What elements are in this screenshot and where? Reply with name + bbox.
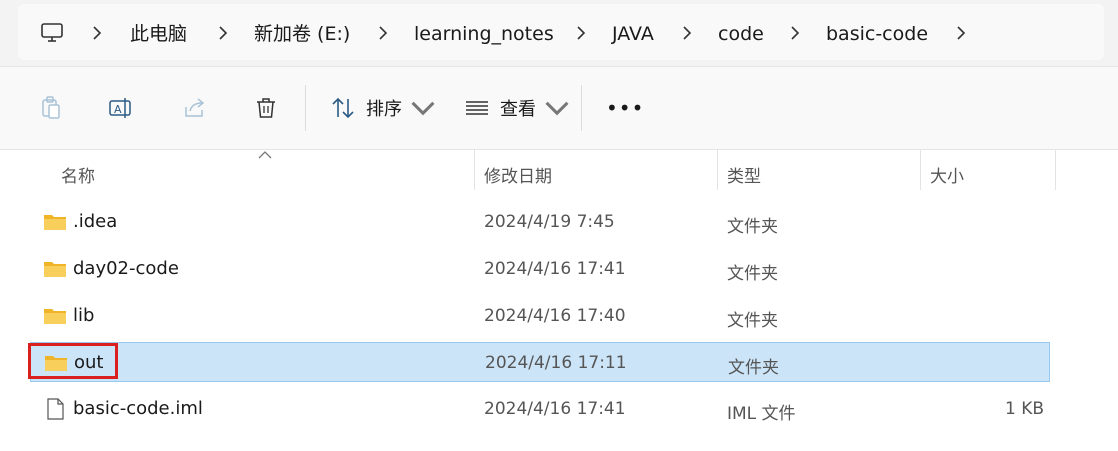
chevron-right-icon[interactable] bbox=[574, 24, 588, 42]
share-icon bbox=[185, 98, 205, 117]
command-bar: A 排序 查看 ••• bbox=[0, 67, 1118, 150]
folder-icon bbox=[44, 262, 66, 277]
file-row[interactable]: .idea 2024/4/19 7:45 文件夹 bbox=[30, 202, 1050, 242]
toolbar-divider bbox=[581, 85, 582, 131]
file-name: basic-code.iml bbox=[73, 398, 203, 419]
view-label: 查看 bbox=[500, 99, 536, 120]
column-headers: 名称 修改日期 类型 大小 bbox=[0, 150, 1118, 192]
file-date: 2024/4/16 17:40 bbox=[484, 306, 626, 326]
file-name: lib bbox=[73, 305, 95, 326]
file-row[interactable]: basic-code.iml 2024/4/16 17:41 IML 文件 1 … bbox=[30, 389, 1050, 429]
file-type: 文件夹 bbox=[727, 264, 778, 284]
column-header-type[interactable]: 类型 bbox=[727, 162, 761, 187]
folder-icon bbox=[44, 215, 66, 230]
sort-label: 排序 bbox=[366, 99, 402, 120]
chevron-down-icon bbox=[411, 101, 435, 116]
file-size: 1 KB bbox=[1004, 399, 1044, 419]
column-header-size[interactable]: 大小 bbox=[930, 162, 964, 187]
breadcrumb-item-code[interactable]: code bbox=[718, 22, 764, 46]
sort-button[interactable]: 排序 bbox=[330, 93, 436, 123]
trash-icon bbox=[257, 98, 275, 118]
breadcrumb-item-this-pc[interactable]: 此电脑 bbox=[130, 22, 187, 46]
column-divider[interactable] bbox=[717, 150, 718, 190]
chevron-right-icon[interactable] bbox=[216, 24, 230, 42]
column-divider[interactable] bbox=[920, 150, 921, 190]
toolbar-divider bbox=[305, 85, 306, 131]
chevron-down-icon bbox=[545, 101, 569, 116]
file-row-selected[interactable]: out 2024/4/16 17:11 文件夹 bbox=[30, 342, 1050, 382]
svg-text:A: A bbox=[114, 103, 122, 116]
address-bar: 此电脑 新加卷 (E:) learning_notes JAVA code ba… bbox=[0, 0, 1118, 67]
folder-icon bbox=[44, 309, 66, 324]
this-pc-icon[interactable] bbox=[40, 21, 64, 45]
column-divider[interactable] bbox=[1055, 150, 1056, 190]
sort-ascending-icon bbox=[258, 151, 272, 159]
file-row[interactable]: day02-code 2024/4/16 17:41 文件夹 bbox=[30, 249, 1050, 289]
file-type: 文件夹 bbox=[727, 311, 778, 331]
file-date: 2024/4/19 7:45 bbox=[484, 212, 615, 232]
column-header-date[interactable]: 修改日期 bbox=[484, 162, 552, 187]
file-name: day02-code bbox=[73, 258, 179, 279]
breadcrumb-item-basic-code[interactable]: basic-code bbox=[826, 22, 928, 46]
sort-icon bbox=[332, 97, 354, 119]
file-row[interactable]: lib 2024/4/16 17:40 文件夹 bbox=[30, 296, 1050, 336]
view-icon bbox=[466, 101, 488, 115]
chevron-right-icon[interactable] bbox=[954, 24, 968, 42]
file-date: 2024/4/16 17:11 bbox=[485, 353, 627, 373]
more-options-button[interactable]: ••• bbox=[606, 93, 644, 123]
breadcrumb-item-learning-notes[interactable]: learning_notes bbox=[414, 22, 554, 46]
delete-button[interactable] bbox=[253, 93, 279, 123]
annotation-highlight-box bbox=[28, 343, 118, 379]
file-name: .idea bbox=[73, 211, 118, 232]
chevron-right-icon[interactable] bbox=[788, 24, 802, 42]
paste-icon bbox=[42, 96, 60, 119]
column-divider[interactable] bbox=[474, 150, 475, 190]
view-button[interactable]: 查看 bbox=[464, 93, 570, 123]
chevron-right-icon[interactable] bbox=[90, 24, 104, 42]
chevron-right-icon[interactable] bbox=[680, 24, 694, 42]
file-type: 文件夹 bbox=[728, 358, 779, 378]
column-header-name[interactable]: 名称 bbox=[61, 162, 95, 187]
paste-button[interactable] bbox=[38, 93, 64, 123]
file-type: 文件夹 bbox=[727, 217, 778, 237]
rename-button[interactable]: A bbox=[108, 93, 134, 123]
more-icon: ••• bbox=[606, 96, 645, 120]
file-type: IML 文件 bbox=[727, 404, 796, 424]
file-date: 2024/4/16 17:41 bbox=[484, 259, 626, 279]
file-date: 2024/4/16 17:41 bbox=[484, 399, 626, 419]
breadcrumb-item-java[interactable]: JAVA bbox=[612, 22, 654, 46]
share-button[interactable] bbox=[182, 93, 208, 123]
file-icon bbox=[47, 398, 64, 420]
chevron-right-icon[interactable] bbox=[376, 24, 390, 42]
breadcrumb-item-drive-e[interactable]: 新加卷 (E:) bbox=[254, 22, 350, 46]
rename-icon: A bbox=[109, 98, 131, 118]
